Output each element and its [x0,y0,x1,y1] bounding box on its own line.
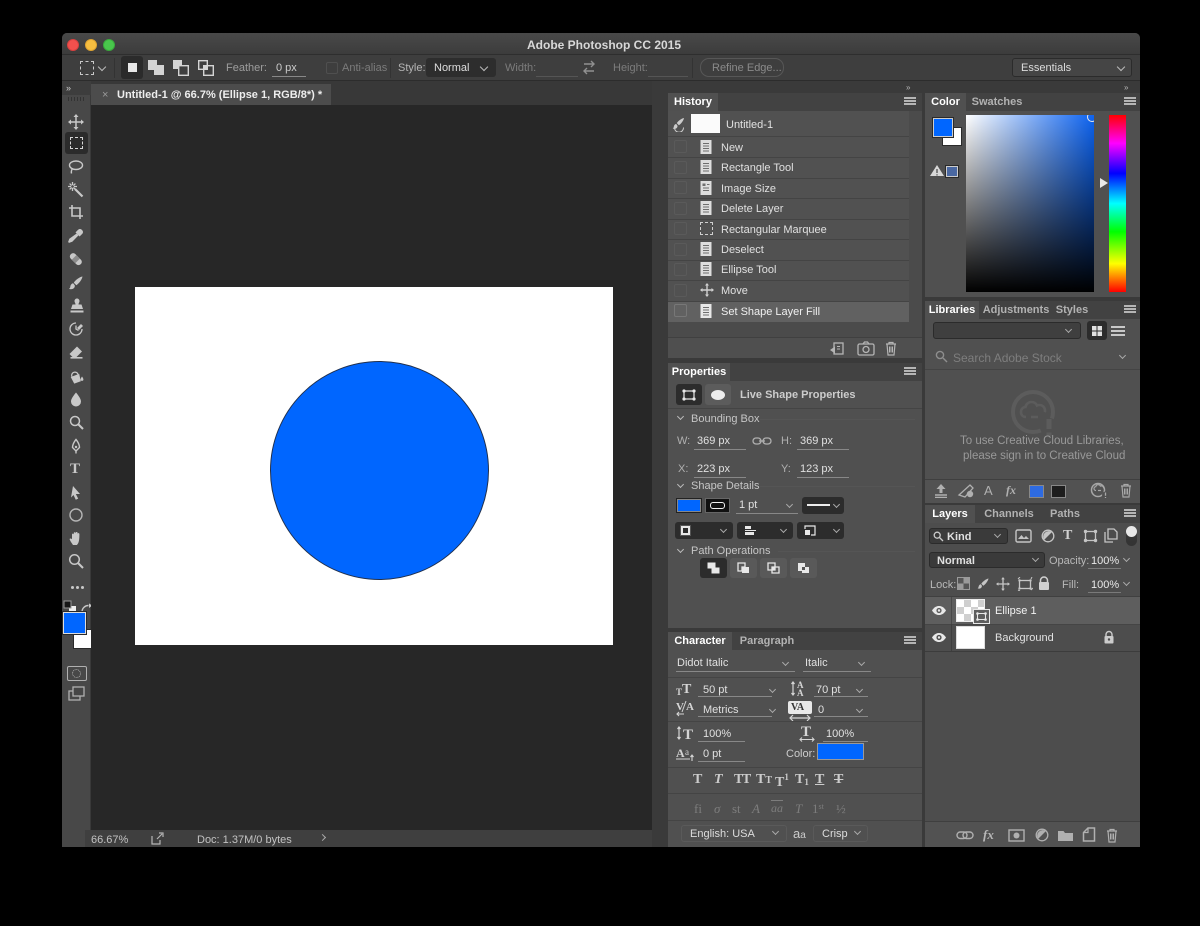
svg-text:A: A [676,746,685,760]
svg-text:A: A [686,701,694,713]
svg-text:a: a [685,747,689,757]
svg-text:T: T [683,727,693,741]
svg-text:T: T [801,725,811,740]
svg-text:A: A [797,688,804,697]
